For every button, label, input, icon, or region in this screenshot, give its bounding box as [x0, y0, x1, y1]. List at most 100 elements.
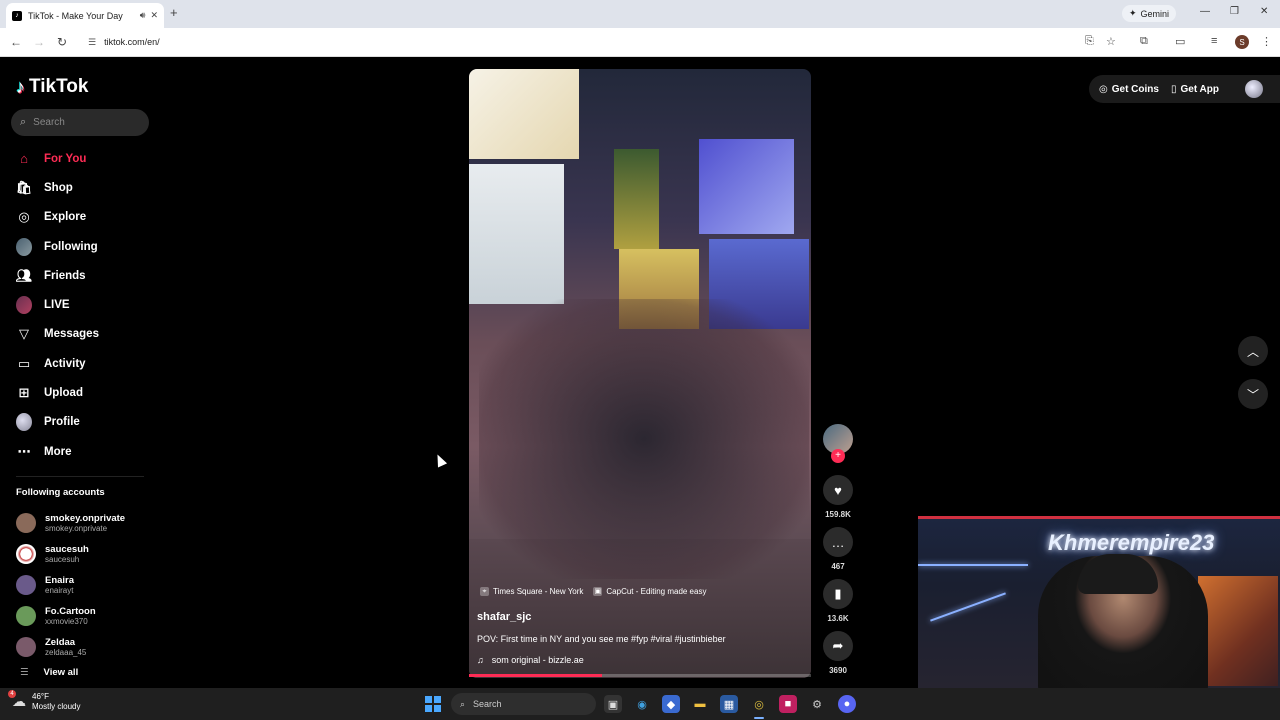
sidebar-item-friends[interactable]: 👥︎ Friends [16, 261, 156, 290]
video-billboard [469, 69, 579, 159]
messages-icon: ▽ [19, 326, 29, 342]
sidebar-item-more[interactable]: ⋯ More [16, 437, 156, 466]
chrome-icon[interactable]: ◎ [750, 695, 768, 713]
m365-icon[interactable]: ◆ [662, 695, 680, 713]
sidebar-item-label: Shop [44, 181, 73, 194]
sidebar-item-upload[interactable]: ⊞ Upload [16, 378, 156, 407]
forward-icon[interactable]: → [33, 35, 45, 49]
avatar [16, 574, 36, 595]
new-tab-button[interactable]: + [170, 5, 178, 20]
user-avatar[interactable] [1245, 80, 1263, 98]
address-bar[interactable]: ☰ tiktok.com/en/ [80, 31, 1080, 53]
windows-start-button[interactable] [425, 696, 441, 712]
sidebar-item-messages[interactable]: ▽ Messages [16, 320, 156, 349]
tiktok-favicon-icon: ♪ [12, 10, 22, 21]
shop-icon: 🛍︎ [15, 179, 33, 195]
comment-button[interactable]: … 467 [821, 527, 855, 571]
avatar [16, 605, 36, 626]
tiktok-logo[interactable]: ♪ TikTok [16, 76, 88, 98]
video-progress-bar[interactable] [469, 674, 811, 677]
sidebar-item-label: Explore [44, 211, 87, 224]
discord-icon[interactable]: ● [838, 695, 856, 713]
install-app-icon[interactable]: ⎘ [1085, 35, 1094, 48]
restore-icon[interactable]: ❐ [1230, 6, 1239, 17]
sidebar-item-live[interactable]: LIVE [16, 290, 156, 319]
account-name: Enaira [45, 574, 75, 586]
cast-icon[interactable]: ▭ [1175, 35, 1185, 48]
video-username[interactable]: shafar_sjc [477, 611, 531, 623]
sidebar-item-label: LIVE [44, 299, 70, 312]
reload-icon[interactable]: ↻ [57, 35, 67, 49]
view-all-button[interactable]: ☰ View all [20, 667, 78, 678]
extensions-icon[interactable]: ⧉ [1140, 35, 1148, 48]
menu-kebab-icon[interactable]: ⋮ [1261, 35, 1272, 48]
app-icon[interactable]: ■ [779, 695, 797, 713]
close-tab-icon[interactable]: ✕ [150, 10, 158, 21]
browser-tab[interactable]: ♪ TikTok - Make Your Day 🔊︎ ✕ [6, 3, 164, 28]
gemini-label: Gemini [1140, 8, 1170, 19]
list-item[interactable]: Zeldaa zeldaaa_45 [16, 631, 156, 662]
sidebar-item-activity[interactable]: ▭ Activity [16, 349, 156, 378]
store-icon[interactable]: ▦ [720, 695, 738, 713]
gemini-button[interactable]: ✦ Gemini [1122, 5, 1177, 22]
list-item[interactable]: smokey.onprivate smokey.onprivate [16, 508, 156, 539]
video-tags: ⌖ Times Square - New York ▣ CapCut - Editi… [480, 587, 706, 596]
share-count: 3690 [829, 666, 847, 675]
list-item[interactable]: saucesuh saucesuh [16, 539, 156, 570]
video-sound[interactable]: ♫ som original - bizzle.ae [477, 655, 584, 665]
following-accounts-title: Following accounts [16, 487, 105, 498]
sidebar-item-label: Upload [44, 387, 83, 400]
sidebar-item-for-you[interactable]: ⌂ For You [16, 144, 156, 173]
file-explorer-icon[interactable]: ▬ [691, 695, 709, 713]
minimize-icon[interactable]: — [1200, 6, 1210, 17]
sidebar-item-label: More [44, 445, 72, 458]
capcut-tag[interactable]: ▣ CapCut - Editing made easy [593, 587, 706, 596]
speaker-icon[interactable]: 🔊︎ [140, 10, 146, 21]
chevron-up-icon: ︿ [1246, 344, 1259, 359]
taskbar-search-placeholder: Search [473, 699, 502, 709]
task-view-icon[interactable]: ▣ [604, 695, 622, 713]
close-window-icon[interactable]: ✕ [1260, 6, 1268, 17]
save-button[interactable]: ▮ 13.6K [821, 579, 855, 623]
tiktok-page: ♪ TikTok ⌕ Search ⌂ For You 🛍︎ Shop ◎ Ex… [0, 58, 1280, 688]
sidebar-item-profile[interactable]: Profile [16, 408, 156, 437]
list-item[interactable]: Fo.Cartoon xxmovie370 [16, 600, 156, 631]
sidebar-item-following[interactable]: Following [16, 232, 156, 261]
next-video-button[interactable]: ﹀ [1238, 379, 1268, 409]
search-icon: ⌕ [460, 698, 466, 709]
bookmark-star-icon[interactable]: ☆ [1106, 35, 1116, 48]
edge-icon[interactable]: ◉ [633, 695, 651, 713]
back-icon[interactable]: ← [10, 35, 22, 49]
phone-icon: ▯ [1170, 83, 1177, 95]
taskbar-search[interactable]: ⌕ Search [451, 693, 596, 715]
url-text: tiktok.com/en/ [104, 37, 160, 47]
comment-icon: … [823, 527, 853, 557]
get-app-button[interactable]: ▯ Get App [1171, 84, 1219, 95]
weather-widget[interactable]: ☁ 4 46°F Mostly cloudy [8, 690, 81, 711]
weather-condition: Mostly cloudy [32, 701, 81, 711]
top-right-actions: ◎ Get Coins ▯ Get App [1089, 75, 1280, 103]
settings-icon[interactable]: ⚙ [808, 695, 826, 713]
media-control-icon[interactable]: ≡ [1211, 35, 1217, 47]
previous-video-button[interactable]: ︿ [1238, 336, 1268, 366]
browser-tab-bar: ♪ TikTok - Make Your Day 🔊︎ ✕ + ✦ Gemini… [0, 0, 1280, 28]
neon-light [918, 564, 1028, 566]
sidebar-item-label: For You [44, 152, 87, 165]
compass-icon: ◎ [18, 209, 30, 225]
location-tag[interactable]: ⌖ Times Square - New York [480, 587, 583, 596]
follow-plus-icon[interactable]: + [831, 449, 845, 463]
list-item[interactable]: Enaira enairayt [16, 570, 156, 601]
sidebar-item-shop[interactable]: 🛍︎ Shop [16, 173, 156, 202]
get-coins-button[interactable]: ◎ Get Coins [1099, 84, 1159, 95]
home-icon: ⌂ [20, 151, 28, 167]
tiktok-note-icon: ♪ [16, 76, 25, 97]
profile-icon [16, 413, 32, 432]
sidebar-item-explore[interactable]: ◎ Explore [16, 203, 156, 232]
browser-profile-avatar[interactable]: S [1235, 35, 1249, 49]
cloud-icon: ☁ 4 [8, 690, 26, 710]
site-info-icon[interactable]: ☰ [88, 37, 96, 48]
search-input[interactable]: ⌕ Search [11, 109, 149, 136]
share-button[interactable]: ➦ 3690 [821, 631, 855, 675]
coin-icon: ◎ [1099, 83, 1108, 95]
like-button[interactable]: ♥ 159.8K [821, 475, 855, 519]
